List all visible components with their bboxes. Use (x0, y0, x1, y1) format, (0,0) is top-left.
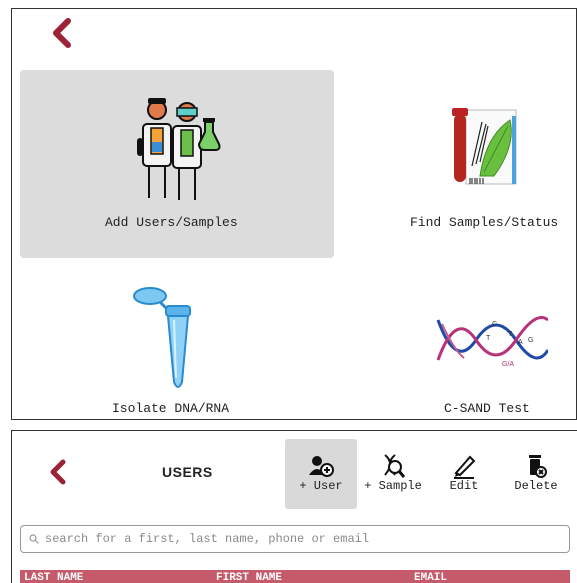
tile-find-samples-status[interactable]: Find Samples/Status (392, 70, 572, 258)
tile-c-sand-test[interactable]: C T T A G G/A C-SAND Test (422, 274, 562, 419)
add-user-button[interactable]: + User (285, 439, 357, 509)
search-input[interactable] (43, 531, 567, 547)
add-sample-button[interactable]: + Sample (362, 439, 424, 509)
tile-label: Find Samples/Status (410, 215, 559, 230)
tile-label: C-SAND Test (444, 401, 530, 416)
edit-button[interactable]: Edit (434, 439, 494, 509)
dna-letter: T (486, 335, 491, 342)
add-user-label: + User (299, 479, 343, 493)
trash-icon (529, 455, 547, 478)
dna-letter: T (508, 331, 513, 338)
tile-label: Add Users/Samples (105, 215, 238, 230)
dna-letter: A (518, 339, 523, 346)
tile-label: Isolate DNA/RNA (112, 401, 230, 416)
search-icon (29, 534, 39, 544)
home-panel: Add Users/Samples Find Samples/Status Is… (11, 8, 577, 420)
tile-add-users-samples[interactable]: Add Users/Samples (20, 70, 334, 258)
dna-helix-icon: C T T A G G/A (436, 316, 548, 368)
column-header-last-name[interactable]: LAST NAME (24, 572, 83, 583)
delete-label: Delete (514, 479, 558, 493)
delete-button[interactable]: Delete (504, 439, 568, 509)
add-sample-label: + Sample (364, 479, 422, 493)
dna-letter: G/A (502, 361, 514, 368)
chevron-left-icon[interactable] (50, 17, 74, 49)
dna-letter: G (528, 337, 533, 344)
chevron-left-icon[interactable] (48, 457, 68, 487)
table-header: LAST NAME FIRST NAME EMAIL (20, 570, 570, 583)
test-tube-leaf-icon (452, 108, 517, 185)
scientists-icon (137, 98, 221, 200)
edit-label: Edit (449, 479, 479, 493)
pencil-icon (454, 455, 476, 479)
users-panel: USERS + User + Sample Edit Delete search… (11, 430, 577, 583)
dna-letter: C (492, 321, 497, 328)
dna-search-icon (384, 454, 405, 478)
search-field[interactable] (20, 525, 570, 553)
microtube-icon (133, 287, 191, 388)
tile-isolate-dna-rna[interactable]: Isolate DNA/RNA (82, 274, 272, 419)
column-header-first-name[interactable]: FIRST NAME (216, 572, 282, 583)
page-title: USERS (162, 464, 213, 480)
column-header-email[interactable]: EMAIL (414, 572, 447, 583)
add-user-icon (309, 456, 334, 477)
